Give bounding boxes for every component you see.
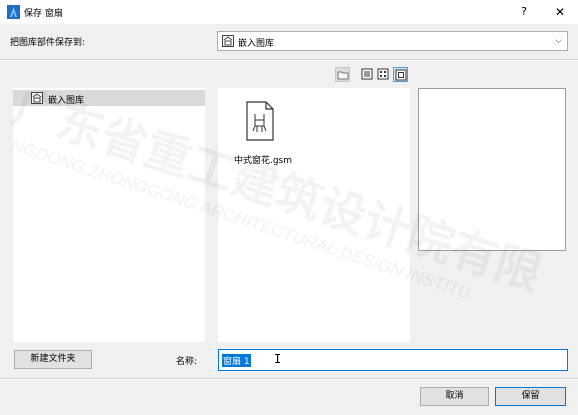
save-button[interactable]: 保留: [495, 387, 566, 406]
divider: [0, 60, 578, 61]
library-icon: [222, 35, 234, 47]
file-list-panel[interactable]: 中式窗花.gsm: [218, 88, 410, 342]
archicad-app-icon: [7, 5, 20, 19]
title-bar: 保存 窗扇 ? ✕: [0, 0, 578, 24]
tree-item-embedded-library[interactable]: 嵌入图库: [13, 90, 205, 106]
divider: [0, 379, 578, 380]
library-tree-panel[interactable]: 嵌入图库: [13, 88, 205, 342]
list-icon: [361, 68, 373, 80]
window-title: 保存 窗扇: [24, 9, 63, 19]
details-view-button[interactable]: [360, 67, 375, 82]
name-label: 名称:: [176, 357, 198, 367]
cancel-button[interactable]: 取消: [420, 387, 489, 406]
tree-item-label: 嵌入图库: [48, 96, 85, 106]
close-button[interactable]: ✕: [546, 3, 574, 21]
chair-file-icon: [246, 101, 274, 141]
folder-icon: [337, 71, 349, 80]
text-cursor-icon: I: [274, 352, 282, 366]
help-button[interactable]: ?: [510, 3, 538, 21]
preview-panel: [418, 88, 566, 251]
destination-dropdown[interactable]: 嵌入图库 ⌵: [217, 31, 568, 51]
folder-tree-view-button[interactable]: [335, 67, 350, 82]
chevron-down-icon: ⌵: [555, 36, 562, 46]
destination-value: 嵌入图库: [238, 39, 275, 49]
file-name: 中式窗花.gsm: [233, 156, 293, 166]
large-icons-view-button[interactable]: [393, 67, 408, 82]
new-folder-button[interactable]: 新建文件夹: [14, 350, 92, 369]
name-input[interactable]: 窗扇 1 I: [218, 349, 568, 371]
large-icon-icon: [395, 69, 407, 81]
library-icon: [31, 92, 43, 104]
name-value-selected: 窗扇 1: [222, 354, 251, 367]
file-item[interactable]: 中式窗花.gsm: [223, 98, 303, 168]
grid-icon: [377, 68, 389, 80]
small-icons-view-button[interactable]: [376, 67, 391, 82]
destination-label: 把图库部件保存到:: [10, 38, 86, 48]
